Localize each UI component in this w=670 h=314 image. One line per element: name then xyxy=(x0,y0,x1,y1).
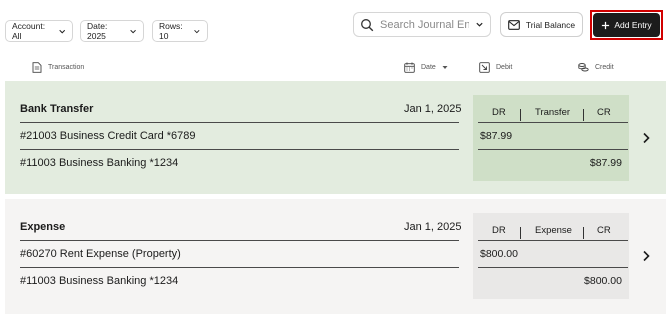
cr-label: CR xyxy=(597,225,611,236)
divider xyxy=(20,240,459,241)
cr-label: CR xyxy=(597,107,611,118)
divider xyxy=(478,149,628,150)
entry-kind: Expense xyxy=(535,225,572,236)
account-filter[interactable]: Account: All xyxy=(5,20,73,42)
rows-filter[interactable]: Rows: 10 xyxy=(152,20,208,42)
column-header-credit: Credit xyxy=(578,60,614,74)
divider xyxy=(520,109,521,121)
divider xyxy=(20,122,459,123)
coins-icon xyxy=(578,62,589,71)
search-icon xyxy=(361,18,374,31)
journal-entry-card[interactable]: Expense Jan 1, 2025 #60270 Rent Expense … xyxy=(5,199,666,314)
dr-cr-panel: DR Transfer CR $87.99 $87.99 xyxy=(473,95,629,181)
debit-amount: $800.00 xyxy=(480,248,518,260)
divider xyxy=(20,267,459,268)
divider xyxy=(583,109,584,121)
divider xyxy=(478,122,628,123)
trial-balance-button[interactable]: Trial Balance xyxy=(500,12,583,37)
debit-account: #21003 Business Credit Card *6789 xyxy=(20,130,196,142)
add-entry-label: Add Entry xyxy=(614,20,652,30)
column-transaction-label: Transaction xyxy=(48,63,85,71)
chevron-right-icon[interactable] xyxy=(641,132,651,144)
credit-account: #11003 Business Banking *1234 xyxy=(20,157,179,169)
divider xyxy=(478,240,628,241)
credit-amount: $87.99 xyxy=(589,157,622,169)
entry-type: Bank Transfer xyxy=(20,103,94,115)
account-filter-label: Account: All xyxy=(12,21,46,41)
dr-label: DR xyxy=(492,225,506,236)
date-filter-label: Date: 2025 xyxy=(87,21,108,41)
dr-label: DR xyxy=(492,107,506,118)
rows-filter-label: Rows: 10 xyxy=(159,21,183,41)
entry-kind: Transfer xyxy=(535,107,571,118)
calendar-icon xyxy=(404,62,415,73)
column-date-label: Date xyxy=(421,63,436,71)
dr-cr-panel: DR Expense CR $800.00 $800.00 xyxy=(473,213,629,299)
divider xyxy=(520,227,521,239)
debit-amount: $87.99 xyxy=(480,130,513,142)
search-journal-entries[interactable]: Search Journal Entries xyxy=(353,12,491,37)
column-debit-label: Debit xyxy=(496,63,513,71)
entry-type: Expense xyxy=(20,221,66,233)
credit-amount: $800.00 xyxy=(584,275,622,287)
chevron-right-icon[interactable] xyxy=(641,250,651,262)
search-placeholder: Search Journal Entries xyxy=(380,18,469,31)
mail-icon xyxy=(507,19,520,30)
toolbar: Account: All Date: 2025 Rows: 10 Search … xyxy=(0,0,670,50)
chevron-down-icon xyxy=(130,29,136,33)
trial-balance-label: Trial Balance xyxy=(525,19,576,30)
add-entry-button[interactable]: Add Entry xyxy=(593,13,660,37)
entry-date: Jan 1, 2025 xyxy=(404,103,462,115)
entry-date: Jan 1, 2025 xyxy=(404,221,462,233)
debit-account: #60270 Rent Expense (Property) xyxy=(20,248,181,260)
plus-icon xyxy=(602,21,610,29)
column-header-debit: Debit xyxy=(479,60,512,74)
divider xyxy=(478,267,628,268)
debit-icon xyxy=(479,61,490,73)
chevron-down-icon xyxy=(476,22,483,27)
chevron-down-icon xyxy=(194,29,200,33)
sort-down-icon xyxy=(442,65,448,69)
divider xyxy=(20,149,459,150)
column-header-transaction: Transaction xyxy=(32,60,84,74)
journal-entry-card[interactable]: Bank Transfer Jan 1, 2025 #21003 Busines… xyxy=(5,81,666,194)
divider xyxy=(583,227,584,239)
date-filter[interactable]: Date: 2025 xyxy=(80,20,144,42)
credit-account: #11003 Business Banking *1234 xyxy=(20,275,179,287)
chevron-down-icon xyxy=(58,29,65,33)
column-credit-label: Credit xyxy=(595,63,614,71)
column-header-date[interactable]: Date xyxy=(404,60,448,74)
document-icon xyxy=(32,61,42,73)
